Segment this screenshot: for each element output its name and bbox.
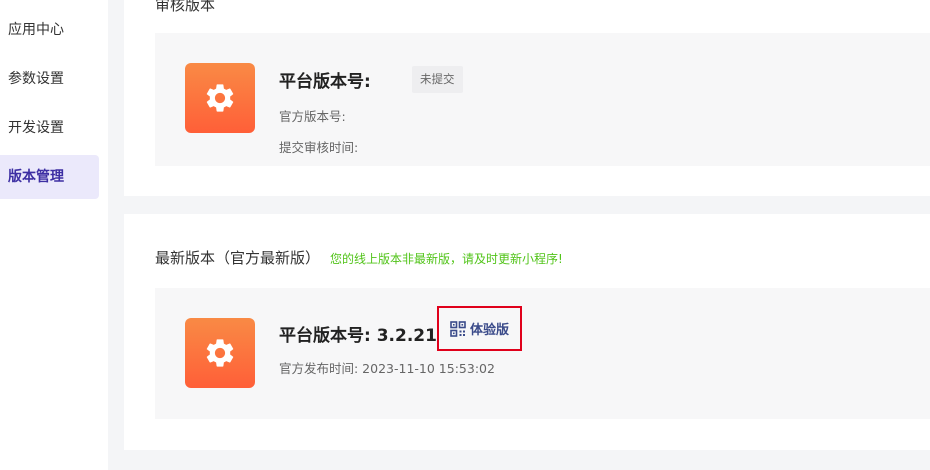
qr-code-icon — [450, 320, 466, 337]
latest-version-panel — [155, 288, 930, 419]
sidebar-item-dev-settings[interactable]: 开发设置 — [0, 106, 99, 150]
gear-icon — [206, 339, 234, 367]
sidebar: 应用中心 参数设置 开发设置 版本管理 — [0, 0, 108, 470]
sidebar-item-label: 应用中心 — [8, 22, 64, 38]
sidebar-item-label: 参数设置 — [8, 71, 64, 87]
update-notice: 您的线上版本非最新版，请及时更新小程序! — [330, 252, 563, 266]
app-icon — [185, 318, 255, 388]
trial-version-button[interactable]: 体验版 — [437, 306, 522, 351]
sidebar-item-app-center[interactable]: 应用中心 — [0, 8, 99, 52]
review-official-version: 官方版本号: — [279, 109, 346, 124]
sidebar-item-version-management[interactable]: 版本管理 — [0, 155, 99, 199]
latest-section-title: 最新版本（官方最新版） 您的线上版本非最新版，请及时更新小程序! — [155, 247, 563, 268]
latest-section-heading: 最新版本（官方最新版） — [155, 249, 321, 267]
trial-version-label: 体验版 — [469, 323, 509, 338]
sidebar-item-parameter-settings[interactable]: 参数设置 — [0, 57, 99, 101]
latest-platform-version: 平台版本号: 3.2.21 — [279, 326, 437, 346]
sidebar-item-label: 版本管理 — [8, 169, 64, 185]
review-submit-time: 提交审核时间: — [279, 140, 359, 155]
review-section-title: 审核版本 — [155, 0, 216, 14]
review-platform-version: 平台版本号: — [279, 72, 371, 92]
release-time: 官方发布时间: 2023-11-10 15:53:02 — [279, 361, 495, 376]
app-icon — [185, 63, 255, 133]
sidebar-item-label: 开发设置 — [8, 120, 64, 136]
gear-icon — [206, 84, 234, 112]
status-badge: 未提交 — [412, 66, 463, 93]
review-version-panel — [155, 33, 930, 166]
